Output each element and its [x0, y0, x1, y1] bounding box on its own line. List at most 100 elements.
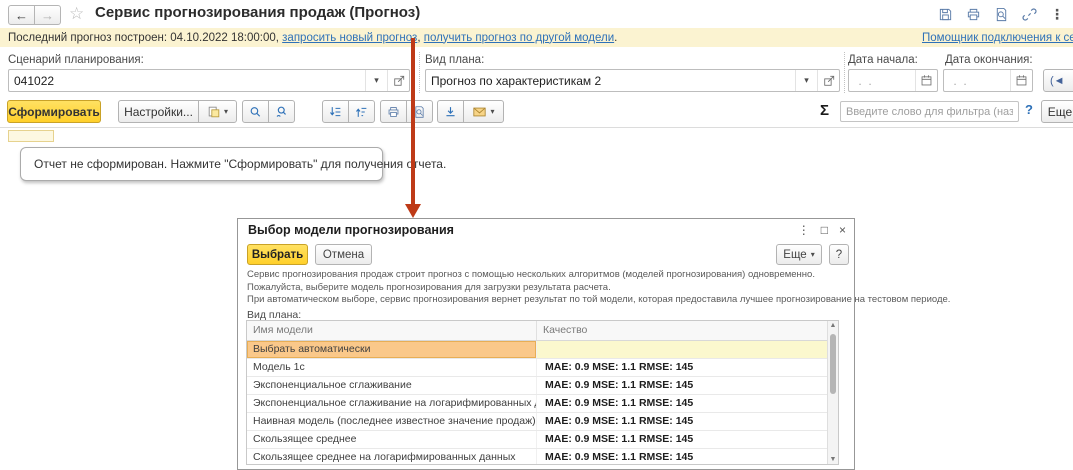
- report-variants-icon: [208, 106, 220, 117]
- header-actions: ⋮: [937, 6, 1065, 22]
- settings-group: Настройки... ▾: [118, 100, 237, 123]
- scenario-label: Сценарий планирования:: [8, 54, 144, 66]
- cancel-button[interactable]: Отмена: [315, 244, 372, 265]
- model-quality-cell[interactable]: MAE: 0.9 MSE: 1.1 RMSE: 145: [537, 395, 838, 412]
- dialog-window-controls: ⋮ □ ×: [798, 222, 846, 238]
- dialog-help-button[interactable]: ?: [829, 244, 849, 265]
- send-mail-button[interactable]: ▾: [463, 100, 504, 123]
- request-new-forecast-link[interactable]: запросить новый прогноз: [282, 32, 417, 44]
- start-date-field[interactable]: [848, 69, 938, 92]
- settings-button[interactable]: Настройки...: [118, 100, 199, 123]
- collapse-groups-button[interactable]: [348, 100, 375, 123]
- toolbar-divider: [0, 127, 1073, 128]
- model-table-row[interactable]: Наивная модель (последнее известное знач…: [247, 413, 838, 431]
- print-icon[interactable]: [965, 6, 981, 22]
- scrollbar-thumb[interactable]: [830, 334, 836, 394]
- search-icon: [250, 106, 261, 117]
- filter-input[interactable]: [840, 101, 1019, 122]
- table-body: Выбрать автоматически Модель 1с MAE: 0.9…: [247, 341, 838, 464]
- model-quality-cell[interactable]: MAE: 0.9 MSE: 1.1 RMSE: 145: [537, 413, 838, 430]
- report-variants-button[interactable]: ▾: [198, 100, 237, 123]
- expand-groups-icon: [330, 106, 341, 116]
- open-icon[interactable]: [387, 70, 409, 91]
- save-icon[interactable]: [937, 6, 953, 22]
- close-icon[interactable]: ×: [839, 222, 846, 238]
- service-connection-assistant-link[interactable]: Помощник подключения к сервису: [922, 32, 1073, 44]
- mail-icon: [473, 107, 487, 116]
- chevron-down-icon: ▾: [223, 107, 228, 116]
- open-icon[interactable]: [817, 70, 839, 91]
- model-quality-cell[interactable]: MAE: 0.9 MSE: 1.1 RMSE: 145: [537, 377, 838, 394]
- model-name-cell[interactable]: Экспоненциальное сглаживание на логарифм…: [247, 395, 537, 412]
- app-window: ← → ☆ Сервис прогнозирования продаж (Про…: [0, 0, 1073, 470]
- get-forecast-other-model-link[interactable]: получить прогноз по другой модели: [424, 32, 614, 44]
- end-date-input[interactable]: [944, 73, 1010, 88]
- form-splitter[interactable]: [844, 52, 845, 93]
- choose-period-button[interactable]: (◄: [1043, 69, 1073, 92]
- model-name-cell[interactable]: Модель 1с: [247, 359, 537, 376]
- annotation-arrowhead: [405, 204, 421, 218]
- plan-kind-field[interactable]: Прогноз по характеристикам 2 ▾: [425, 69, 840, 92]
- calendar-icon[interactable]: [915, 70, 937, 91]
- maximize-icon[interactable]: □: [821, 222, 828, 238]
- select-button[interactable]: Выбрать: [247, 244, 308, 265]
- print-report-button[interactable]: [380, 100, 407, 123]
- more-actions-button[interactable]: Еще: [1041, 100, 1073, 123]
- more-menu-icon[interactable]: ⋮: [1049, 6, 1065, 22]
- model-name-cell[interactable]: Наивная модель (последнее известное знач…: [247, 413, 537, 430]
- form-splitter[interactable]: [419, 52, 420, 93]
- report-status-message: Отчет не сформирован. Нажмите "Сформиров…: [20, 147, 446, 181]
- nav-buttons: ← →: [8, 5, 61, 25]
- grouping-group: [322, 100, 375, 123]
- scroll-up-icon[interactable]: ▲: [828, 322, 838, 329]
- scroll-down-icon[interactable]: ▼: [828, 456, 838, 463]
- print-group: [380, 100, 433, 123]
- model-name-cell[interactable]: Скользящее среднее: [247, 431, 537, 448]
- dropdown-icon[interactable]: ▾: [795, 70, 817, 91]
- annotation-arrow: [411, 38, 415, 205]
- end-date-field[interactable]: [943, 69, 1033, 92]
- models-table: Имя модели Качество Выбрать автоматическ…: [246, 320, 839, 465]
- table-scrollbar[interactable]: ▲ ▼: [827, 321, 838, 464]
- forward-button[interactable]: →: [34, 5, 61, 25]
- favorite-star-icon[interactable]: ☆: [69, 4, 84, 24]
- cancel-search-icon: [276, 106, 286, 117]
- model-table-row[interactable]: Скользящее среднее на логарифмированных …: [247, 449, 838, 464]
- model-table-row[interactable]: Экспоненциальное сглаживание на логарифм…: [247, 395, 838, 413]
- model-name-cell[interactable]: Скользящее среднее на логарифмированных …: [247, 449, 537, 464]
- model-quality-cell[interactable]: MAE: 0.9 MSE: 1.1 RMSE: 145: [537, 449, 838, 464]
- model-name-cell[interactable]: Экспоненциальное сглаживание: [247, 377, 537, 394]
- export-group: ▾: [437, 100, 504, 123]
- generate-report-button[interactable]: Сформировать: [7, 100, 101, 123]
- model-table-row[interactable]: Выбрать автоматически: [247, 341, 838, 359]
- end-date-label: Дата окончания:: [945, 54, 1033, 66]
- planning-scenario-field[interactable]: 041022 ▾: [8, 69, 410, 92]
- table-header-row: Имя модели Качество: [247, 321, 838, 341]
- expand-groups-button[interactable]: [322, 100, 349, 123]
- model-table-row[interactable]: Модель 1с MAE: 0.9 MSE: 1.1 RMSE: 145: [247, 359, 838, 377]
- collapse-groups-icon: [356, 107, 367, 117]
- dialog-more-button[interactable]: Еще ▾: [776, 244, 822, 265]
- start-date-input[interactable]: [849, 73, 915, 88]
- model-table-row[interactable]: Скользящее среднее MAE: 0.9 MSE: 1.1 RMS…: [247, 431, 838, 449]
- search-button[interactable]: [242, 100, 269, 123]
- link-icon[interactable]: [1021, 6, 1037, 22]
- help-button[interactable]: ?: [1025, 102, 1033, 117]
- column-header-quality[interactable]: Качество: [537, 321, 838, 340]
- notification-text: Последний прогноз построен: 04.10.2022 1…: [8, 31, 283, 44]
- model-name-cell[interactable]: Выбрать автоматически: [247, 341, 537, 358]
- dialog-more-menu-icon[interactable]: ⋮: [798, 222, 810, 238]
- calendar-icon[interactable]: [1010, 70, 1032, 91]
- column-header-model-name[interactable]: Имя модели: [247, 321, 537, 340]
- notification-bar: Последний прогноз построен: 04.10.2022 1…: [0, 28, 1073, 47]
- model-quality-cell[interactable]: [537, 341, 838, 358]
- model-quality-cell[interactable]: MAE: 0.9 MSE: 1.1 RMSE: 145: [537, 431, 838, 448]
- print-preview-icon[interactable]: [993, 6, 1009, 22]
- dropdown-icon[interactable]: ▾: [365, 70, 387, 91]
- save-file-button[interactable]: [437, 100, 464, 123]
- sigma-totals-icon[interactable]: Σ: [820, 102, 829, 119]
- model-quality-cell[interactable]: MAE: 0.9 MSE: 1.1 RMSE: 145: [537, 359, 838, 376]
- model-table-row[interactable]: Экспоненциальное сглаживание MAE: 0.9 MS…: [247, 377, 838, 395]
- cancel-search-button[interactable]: [268, 100, 295, 123]
- back-button[interactable]: ←: [8, 5, 35, 25]
